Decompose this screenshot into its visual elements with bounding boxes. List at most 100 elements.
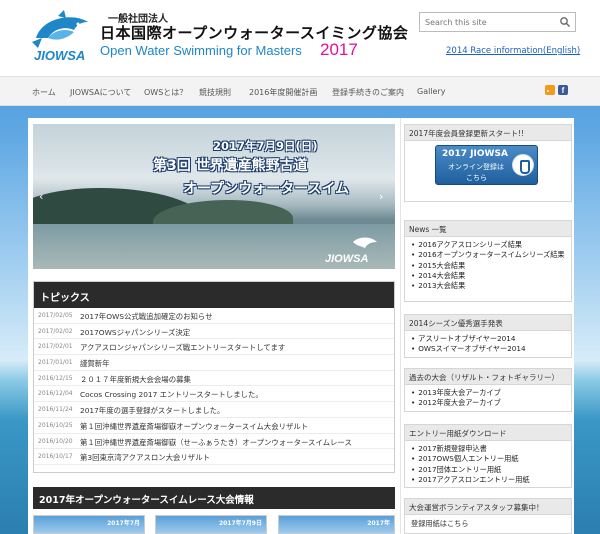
entry-list: 2017新規登録申込書 2017OWS個人エントリー用紙 2017団体エントリー… bbox=[405, 441, 571, 488]
nav-item-rules[interactable]: 競技規則 bbox=[199, 87, 231, 98]
search-icon[interactable] bbox=[559, 16, 571, 28]
topic-date: 2016/11/24 bbox=[38, 406, 73, 414]
thumb-caption: 2017年 bbox=[367, 520, 390, 527]
online-registration-button[interactable]: 2017 JIOWSA オンライン登録は こちら bbox=[435, 145, 538, 185]
list-item[interactable]: 2016オープンウォータースイムシリーズ結果 bbox=[411, 250, 565, 260]
list-item[interactable]: 2016/10/25 第１回沖縄世界遺産斎場御嶽オープンウォータースイム大会リザル… bbox=[34, 418, 394, 434]
dolphin-logo[interactable]: JIOWSA bbox=[28, 8, 98, 64]
slider-logo: JIOWSA bbox=[325, 237, 377, 264]
list-item[interactable]: 2017OWS個人エントリー用紙 bbox=[411, 454, 565, 464]
list-item[interactable]: 2012年度大会アーカイブ bbox=[411, 398, 565, 408]
list-item[interactable]: 2016/10/17 第3回東京湾アクアスロン大会リザルト bbox=[34, 449, 394, 465]
slider-date: 2017年7月9日(日) bbox=[213, 139, 318, 153]
nav-item-about[interactable]: JIOWSAについて bbox=[70, 87, 131, 98]
tagline: Open Water Swimming for Masters bbox=[100, 43, 302, 58]
nav-item-plan[interactable]: 2016年度開催計画 bbox=[249, 87, 317, 98]
hero-slider[interactable]: 2017年7月9日(日) 第3回 世界遺産熊野古道 オープンウォータースイム ‹… bbox=[33, 124, 395, 269]
tagline-year: 2017 bbox=[320, 40, 358, 59]
list-item[interactable]: 2017アクアスロンエントリー用紙 bbox=[411, 475, 565, 485]
list-item[interactable]: 2016/12/15 ２０１７年度新規大会会場の募集 bbox=[34, 371, 394, 387]
org-name[interactable]: 日本国際オープンウォータースイミング協会 bbox=[100, 22, 408, 43]
list-item[interactable]: 2016/10/20 第１回沖縄世界遺産斎場御嶽（せーふぁうたき）オープンウォータ… bbox=[34, 434, 394, 450]
widget-heading: エントリー用紙ダウンロード bbox=[405, 425, 571, 441]
list-item[interactable]: OWSスイマーオブザイヤー2014 bbox=[411, 344, 565, 354]
facebook-icon[interactable]: f bbox=[558, 85, 568, 95]
list-item[interactable]: 2014大会結果 bbox=[411, 271, 565, 281]
list-item[interactable]: 2017/01/01 謹賀新年 bbox=[34, 355, 394, 371]
race-info-link[interactable]: 2014 Race information(English) bbox=[446, 46, 580, 56]
volunteer-link[interactable]: 登録用紙はこちら bbox=[405, 515, 571, 533]
widget-heading: 2017年度会員登録更新スタート!! bbox=[405, 125, 571, 141]
topic-title[interactable]: 第１回沖縄世界遺産斎場御嶽オープンウォータースイム大会リザルト bbox=[80, 421, 308, 432]
thumb-caption: 2017年7月 bbox=[107, 520, 140, 527]
topics-panel: トピックス 2017/02/05 2017年OWS公式戦追加確定のお知らせ 201… bbox=[33, 281, 395, 473]
sidebar: 2017年度会員登録更新スタート!! 2017 JIOWSA オンライン登録は … bbox=[400, 118, 574, 534]
main-content: 2017年7月9日(日) 第3回 世界遺産熊野古道 オープンウォータースイム ‹… bbox=[28, 118, 400, 534]
list-item[interactable]: 2016アクアスロンシリーズ結果 bbox=[411, 240, 565, 250]
topic-date: 2017/02/02 bbox=[38, 327, 73, 335]
search-input[interactable] bbox=[420, 13, 555, 31]
topics-list: 2017/02/05 2017年OWS公式戦追加確定のお知らせ 2017/02/0… bbox=[34, 308, 394, 465]
past-events-list: 2013年度大会アーカイブ 2012年度大会アーカイブ bbox=[405, 385, 571, 412]
registration-widget: 2017年度会員登録更新スタート!! 2017 JIOWSA オンライン登録は … bbox=[404, 124, 572, 202]
main-nav: ホーム JIOWSAについて OWSとは？ 競技規則 2016年度開催計画 登録… bbox=[0, 76, 600, 106]
race-thumbnail[interactable]: 2017年 bbox=[278, 515, 395, 534]
topic-title[interactable]: 2017年度の選手登録がスタートしました。 bbox=[80, 405, 224, 416]
news-widget: News 一覧 2016アクアスロンシリーズ結果 2016オープンウォータースイ… bbox=[404, 220, 572, 302]
topic-date: 2016/12/15 bbox=[38, 374, 73, 382]
slider-title-line: 第3回 世界遺産熊野古道 bbox=[153, 158, 308, 174]
entry-download-widget: エントリー用紙ダウンロード 2017新規登録申込書 2017OWS個人エントリー… bbox=[404, 424, 572, 488]
volunteer-widget: 大会運営ボランティアスタッフ募集中！ 登録用紙はこちら bbox=[404, 498, 572, 534]
list-item[interactable]: 2017団体エントリー用紙 bbox=[411, 465, 565, 475]
button-line: オンライン登録は bbox=[448, 163, 504, 171]
button-line: 2017 JIOWSA bbox=[442, 149, 508, 159]
widget-heading: 過去の大会（リザルト・フォトギャラリー） bbox=[405, 369, 571, 385]
topic-title[interactable]: Cocos Crossing 2017 エントリースタートしました。 bbox=[80, 389, 263, 400]
slider-logo-text: JIOWSA bbox=[325, 253, 368, 264]
rss-icon[interactable] bbox=[545, 85, 555, 95]
topic-date: 2016/12/04 bbox=[38, 390, 73, 398]
list-item[interactable]: 2017新規登録申込書 bbox=[411, 444, 565, 454]
site-header: JIOWSA 一般社団法人 日本国際オープンウォータースイミング協会 Open … bbox=[0, 0, 600, 76]
topic-title[interactable]: 第１回沖縄世界遺産斎場御嶽（せーふぁうたき）オープンウォータースイムレース bbox=[80, 437, 352, 448]
season-widget: 2014シーズン優秀選手発表 アスリートオブザイヤー2014 OWSスイマーオブ… bbox=[404, 314, 572, 358]
topic-title[interactable]: 謹賀新年 bbox=[80, 358, 110, 369]
topic-title[interactable]: 2017年OWS公式戦追加確定のお知らせ bbox=[80, 311, 213, 322]
list-item[interactable]: 2017/02/05 2017年OWS公式戦追加確定のお知らせ bbox=[34, 308, 394, 324]
logo-text: JIOWSA bbox=[34, 48, 85, 63]
list-item[interactable]: 2017/02/02 2017OWSジャパンシリーズ決定 bbox=[34, 324, 394, 340]
widget-heading: 大会運営ボランティアスタッフ募集中！ bbox=[405, 499, 571, 515]
thumb-caption: 2017年7月9日 bbox=[218, 520, 262, 527]
nav-item-registration[interactable]: 登録手続きのご案内 bbox=[332, 87, 404, 98]
nav-item-gallery[interactable]: Gallery bbox=[417, 87, 446, 96]
widget-heading: 2014シーズン優秀選手発表 bbox=[405, 315, 571, 331]
news-list: 2016アクアスロンシリーズ結果 2016オープンウォータースイムシリーズ結果 … bbox=[405, 237, 571, 294]
topic-date: 2016/10/20 bbox=[38, 437, 73, 445]
list-item[interactable]: 2013年度大会アーカイブ bbox=[411, 388, 565, 398]
list-item[interactable]: アスリートオブザイヤー2014 bbox=[411, 334, 565, 344]
topic-title[interactable]: 2017OWSジャパンシリーズ決定 bbox=[80, 327, 190, 338]
chevron-right-icon[interactable]: › bbox=[379, 190, 389, 204]
topic-title[interactable]: 第3回東京湾アクアスロン大会リザルト bbox=[80, 452, 210, 463]
topic-date: 2017/02/01 bbox=[38, 343, 73, 351]
topic-title[interactable]: アクアスロンジャパンシリーズ戦エントリースタートしてます bbox=[80, 342, 285, 353]
pointer-icon bbox=[512, 154, 534, 176]
topic-date: 2017/02/05 bbox=[38, 312, 73, 319]
list-item[interactable]: 2016/11/24 2017年度の選手登録がスタートしました。 bbox=[34, 402, 394, 418]
topics-heading: トピックス bbox=[34, 282, 394, 308]
past-events-widget: 過去の大会（リザルト・フォトギャラリー） 2013年度大会アーカイブ 2012年… bbox=[404, 368, 572, 412]
race-thumbnail[interactable]: 2017年7月 bbox=[33, 515, 145, 534]
topic-date: 2017/01/01 bbox=[38, 359, 73, 367]
race-info-heading: 2017年オープンウォータースイムレース大会情報 bbox=[33, 487, 395, 509]
list-item[interactable]: 2016/12/04 Cocos Crossing 2017 エントリースタートし… bbox=[34, 386, 394, 403]
list-item[interactable]: 2013大会結果 bbox=[411, 281, 565, 291]
list-item[interactable]: 2017/02/01 アクアスロンジャパンシリーズ戦エントリースタートしてます bbox=[34, 339, 394, 356]
widget-heading: News 一覧 bbox=[405, 221, 571, 237]
nav-item-ows[interactable]: OWSとは？ bbox=[144, 87, 187, 98]
topic-title[interactable]: ２０１７年度新規大会会場の募集 bbox=[80, 374, 191, 385]
nav-item-home[interactable]: ホーム bbox=[32, 87, 56, 98]
chevron-left-icon[interactable]: ‹ bbox=[39, 190, 49, 204]
race-thumbnail[interactable]: 2017年7月9日 bbox=[155, 515, 267, 534]
button-line: こちら bbox=[466, 174, 487, 182]
list-item[interactable]: 2015大会結果 bbox=[411, 261, 565, 271]
